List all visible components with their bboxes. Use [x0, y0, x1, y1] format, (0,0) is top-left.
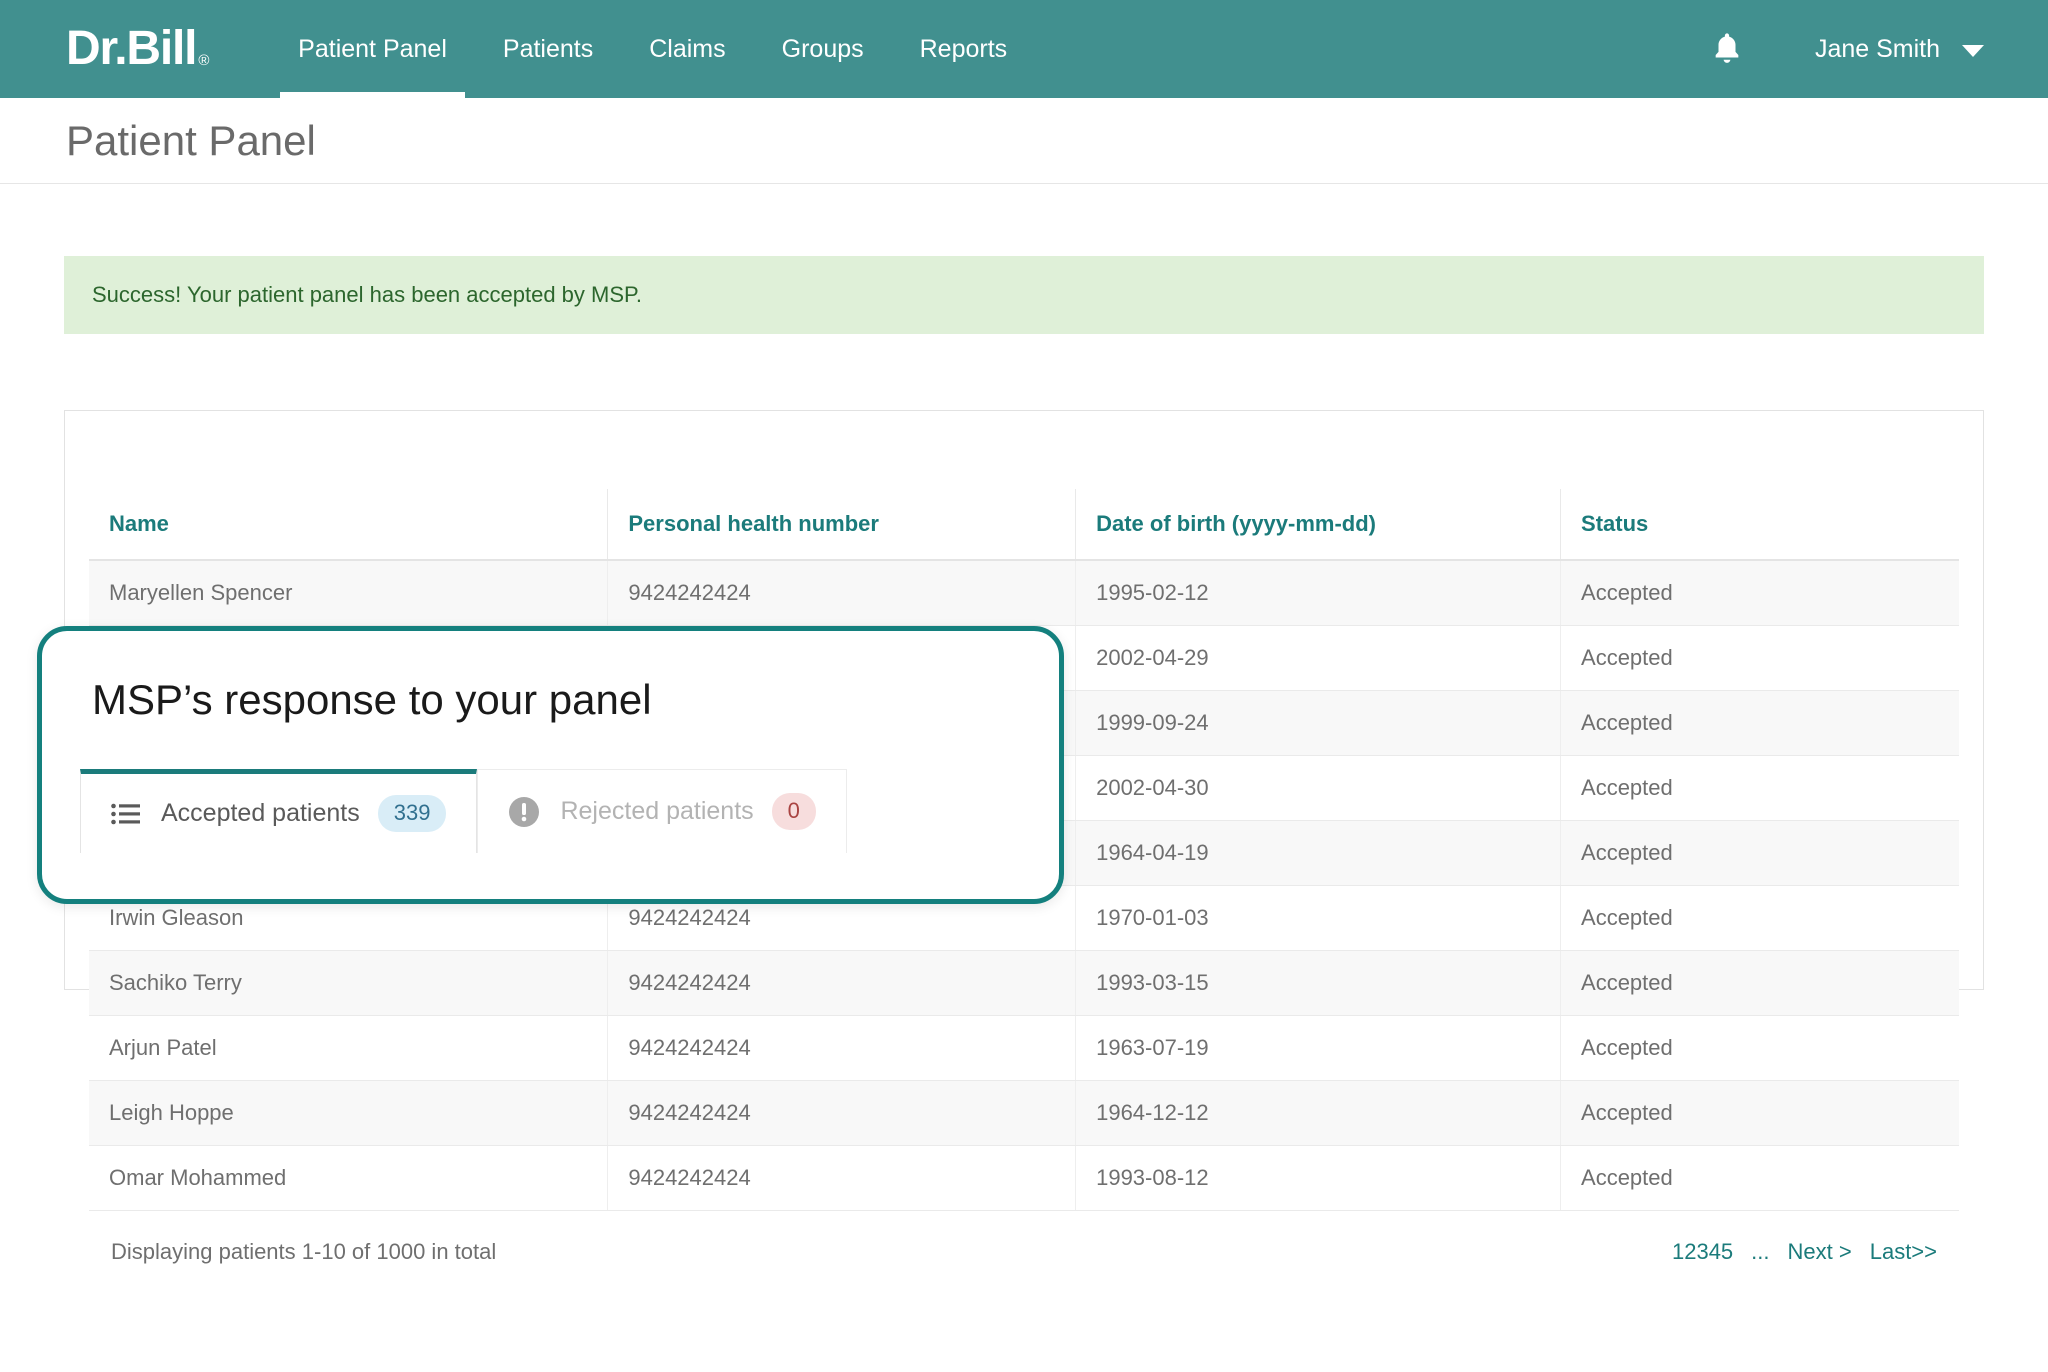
cell-status: Accepted [1560, 625, 1959, 691]
nav-item-reports[interactable]: Reports [892, 0, 1036, 98]
table-footer: Displaying patients 1-10 of 1000 in tota… [89, 1211, 1959, 1265]
cell-name: Leigh Hoppe [89, 1080, 608, 1146]
msp-response-callout: MSP’s response to your panel Accepted pa… [37, 626, 1064, 904]
pagination-controls: 12345 ... Next > Last>> [1672, 1239, 1937, 1265]
nav-item-label: Groups [781, 34, 864, 63]
cell-status: Accepted [1560, 885, 1959, 951]
column-header-name[interactable]: Name [89, 489, 608, 561]
tab-count-badge: 0 [771, 793, 816, 830]
top-navigation-bar: Dr.Bill ® Patient Panel Patients Claims G… [0, 0, 2048, 98]
brand-logo-text: Dr.Bill [66, 22, 198, 75]
cell-status: Accepted [1560, 690, 1959, 756]
column-header-dob[interactable]: Date of birth (yyyy-mm-dd) [1075, 489, 1561, 561]
cell-status: Accepted [1560, 1015, 1959, 1081]
cell-dob: 1993-08-12 [1075, 1145, 1561, 1211]
cell-status: Accepted [1560, 560, 1959, 626]
pagination-ellipsis: ... [1751, 1239, 1770, 1264]
pagination-summary: Displaying patients 1-10 of 1000 in tota… [111, 1239, 497, 1264]
cell-dob: 1963-07-19 [1075, 1015, 1561, 1081]
exclamation-circle-icon [508, 796, 540, 828]
cell-status: Accepted [1560, 950, 1959, 1016]
tab-rejected-patients[interactable]: Rejected patients 0 [477, 769, 847, 853]
cell-phn: 9424242424 [607, 1145, 1076, 1211]
user-menu[interactable]: Jane Smith [1815, 35, 1984, 64]
brand-registered-mark: ® [198, 52, 209, 69]
cell-dob: 1993-03-15 [1075, 950, 1561, 1016]
cell-phn: 9424242424 [607, 1080, 1076, 1146]
tab-label: Accepted patients [161, 799, 360, 827]
cell-dob: 2002-04-30 [1075, 755, 1561, 821]
cell-dob: 1964-04-19 [1075, 820, 1561, 886]
table-row[interactable]: Arjun Patel 9424242424 1963-07-19 Accept… [89, 1015, 1959, 1081]
top-nav-right-group: Jane Smith [1705, 27, 2048, 71]
cell-dob: 1964-12-12 [1075, 1080, 1561, 1146]
tab-accepted-patients[interactable]: Accepted patients 339 [80, 769, 478, 853]
column-header-status[interactable]: Status [1560, 489, 1959, 561]
cell-status: Accepted [1560, 755, 1959, 821]
cell-phn: 9424242424 [607, 950, 1076, 1016]
nav-item-label: Patients [502, 34, 594, 63]
cell-name: Maryellen Spencer [89, 560, 608, 626]
table-row[interactable]: Maryellen Spencer 9424242424 1995-02-12 … [89, 560, 1959, 626]
main-nav: Patient Panel Patients Claims Groups Rep… [270, 0, 1035, 98]
nav-item-label: Patient Panel [298, 34, 447, 63]
nav-item-claims[interactable]: Claims [621, 0, 753, 98]
cell-status: Accepted [1560, 1080, 1959, 1146]
cell-dob: 1995-02-12 [1075, 560, 1561, 626]
callout-title: MSP’s response to your panel [92, 676, 652, 723]
bell-icon[interactable] [1705, 27, 1749, 71]
cell-phn: 9424242424 [607, 1015, 1076, 1081]
user-name-label: Jane Smith [1814, 34, 1940, 63]
column-header-phn[interactable]: Personal health number [607, 489, 1076, 561]
page-content: Success! Your patient panel has been acc… [0, 256, 2048, 1264]
cell-name: Omar Mohammed [89, 1145, 608, 1211]
cell-status: Accepted [1560, 820, 1959, 886]
chevron-down-icon [1962, 44, 1984, 57]
table-header-row: Name Personal health number Date of birt… [89, 489, 1959, 561]
pagination-next-link[interactable]: Next > [1788, 1239, 1852, 1265]
brand-logo[interactable]: Dr.Bill ® [66, 22, 209, 75]
pagination-last-link[interactable]: Last>> [1870, 1239, 1937, 1265]
success-alert: Success! Your patient panel has been acc… [64, 256, 1984, 334]
table-row[interactable]: Leigh Hoppe 9424242424 1964-12-12 Accept… [89, 1080, 1959, 1146]
table-row[interactable]: Sachiko Terry 9424242424 1993-03-15 Acce… [89, 950, 1959, 1016]
nav-item-label: Claims [649, 34, 726, 63]
success-alert-message: Success! Your patient panel has been acc… [92, 282, 642, 307]
cell-dob: 1970-01-03 [1075, 885, 1561, 951]
cell-dob: 1999-09-24 [1075, 690, 1561, 756]
patients-table-head: Name Personal health number Date of birt… [89, 489, 1959, 561]
page-title: Patient Panel [66, 116, 316, 164]
page-title-bar: Patient Panel [0, 98, 2048, 184]
cell-phn: 9424242424 [607, 560, 1076, 626]
cell-status: Accepted [1560, 1145, 1959, 1211]
cell-name: Sachiko Terry [89, 950, 608, 1016]
nav-item-label: Reports [919, 34, 1008, 63]
cell-name: Arjun Patel [89, 1015, 608, 1081]
table-row[interactable]: Omar Mohammed 9424242424 1993-08-12 Acce… [89, 1145, 1959, 1211]
nav-item-groups[interactable]: Groups [754, 0, 892, 98]
tab-count-badge: 339 [377, 795, 447, 832]
list-icon [111, 802, 141, 826]
tab-label: Rejected patients [560, 797, 754, 825]
cell-dob: 2002-04-29 [1075, 625, 1561, 691]
callout-tabs: Accepted patients 339 Rejected patients … [80, 769, 1059, 853]
pagination-page-numbers[interactable]: 12345 [1672, 1239, 1733, 1265]
nav-item-patients[interactable]: Patients [475, 0, 621, 98]
nav-item-patient-panel[interactable]: Patient Panel [270, 0, 475, 98]
